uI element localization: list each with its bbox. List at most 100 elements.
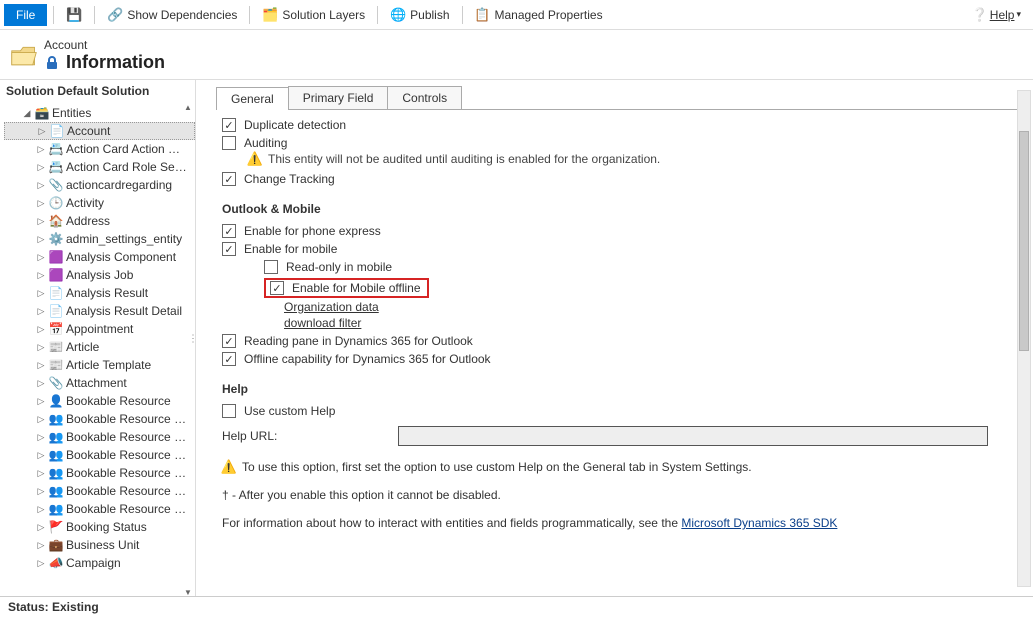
publish-button[interactable]: 🌐Publish [384,4,455,26]
tab-controls[interactable]: Controls [387,86,462,109]
expand-icon[interactable]: ▷ [37,126,47,137]
scroll-up-icon[interactable]: ▲ [183,102,193,112]
tab-general[interactable]: General [216,87,289,110]
entity-tree[interactable]: ◢ 🗃️ Entities ▷📄Account▷📇Action Card Act… [0,102,195,597]
duplicate-detection-checkbox[interactable] [222,118,236,132]
save-icon-button[interactable]: 💾 [60,4,88,26]
managed-properties-button[interactable]: 📋Managed Properties [469,4,609,26]
tree-root-entities[interactable]: ◢ 🗃️ Entities [4,104,195,122]
auditing-checkbox[interactable] [222,136,236,150]
tree-item[interactable]: ▷📄Analysis Result Detail [4,302,195,320]
expand-icon[interactable]: ▷ [36,450,46,461]
change-tracking-checkbox[interactable] [222,172,236,186]
expand-icon[interactable]: ▷ [36,216,46,227]
tree-item-label: admin_settings_entity [66,232,193,246]
tree-item-label: Activity [66,196,193,210]
entity-icon: 🟪 [48,249,64,265]
expand-icon[interactable]: ▷ [36,360,46,371]
expand-icon[interactable]: ▷ [36,306,46,317]
expand-icon[interactable]: ▷ [36,180,46,191]
expand-icon[interactable]: ▷ [36,468,46,479]
expand-icon[interactable]: ▷ [36,486,46,497]
tree-item[interactable]: ▷👥Bookable Resource … [4,482,195,500]
tab-primary-field[interactable]: Primary Field [288,86,389,109]
tree-item-label: Booking Status [66,520,193,534]
expand-icon[interactable]: ▷ [36,522,46,533]
entity-icon: 🟪 [48,267,64,283]
file-menu[interactable]: File [4,4,47,26]
enable-phone-express-checkbox[interactable] [222,224,236,238]
collapse-icon[interactable]: ◢ [22,108,32,119]
entities-icon: 🗃️ [34,105,50,121]
expand-icon[interactable]: ▷ [36,252,46,263]
enable-mobile-offline-checkbox[interactable] [270,281,284,295]
expand-icon[interactable]: ▷ [36,396,46,407]
tree-item[interactable]: ▷🟪Analysis Component [4,248,195,266]
show-dependencies-button[interactable]: 🔗Show Dependencies [101,4,243,26]
expand-icon[interactable]: ▷ [36,144,46,155]
main-scrollbar[interactable] [1017,90,1031,587]
tree-item[interactable]: ▷📎actioncardregarding [4,176,195,194]
expand-icon[interactable]: ▷ [36,378,46,389]
publish-icon: 🌐 [390,7,406,23]
page-title: Account [44,38,165,52]
expand-icon[interactable]: ▷ [36,270,46,281]
tree-item[interactable]: ▷👥Bookable Resource … [4,464,195,482]
tree-root-label: Entities [52,106,193,120]
tree-item[interactable]: ▷📇Action Card Role Se… [4,158,195,176]
offline-capability-checkbox[interactable] [222,352,236,366]
use-custom-help-checkbox[interactable] [222,404,236,418]
expand-icon[interactable]: ▷ [36,234,46,245]
tree-item[interactable]: ▷👥Bookable Resource … [4,410,195,428]
tree-item[interactable]: ▷📄Account [4,122,195,140]
tree-item-label: Article Template [66,358,193,372]
tree-item[interactable]: ▷📣Campaign [4,554,195,572]
expand-icon[interactable]: ▷ [36,324,46,335]
tree-item[interactable]: ▷📰Article [4,338,195,356]
tree-item[interactable]: ▷📰Article Template [4,356,195,374]
sidebar-scrollbar[interactable]: ▲ ▼ [182,102,194,597]
tree-item[interactable]: ▷⚙️admin_settings_entity [4,230,195,248]
expand-icon[interactable]: ▷ [36,342,46,353]
tree-item[interactable]: ▷📎Attachment [4,374,195,392]
expand-icon[interactable]: ▷ [36,414,46,425]
offline-capability-label: Offline capability for Dynamics 365 for … [244,352,491,366]
tree-item-label: Bookable Resource … [66,430,193,444]
dagger-note: † - After you enable this option it cann… [222,488,1017,502]
tree-item-label: Appointment [66,322,193,336]
tree-item[interactable]: ▷📇Action Card Action … [4,140,195,158]
expand-icon[interactable]: ▷ [36,558,46,569]
read-only-mobile-checkbox[interactable] [264,260,278,274]
entity-icon: 📰 [48,339,64,355]
expand-icon[interactable]: ▷ [36,504,46,515]
tree-item[interactable]: ▷👥Bookable Resource … [4,446,195,464]
help-link[interactable]: ❔ Help ▾ [972,7,1029,23]
solution-layers-button[interactable]: 🗂️Solution Layers [256,4,371,26]
tree-item[interactable]: ▷👥Bookable Resource … [4,428,195,446]
tree-item[interactable]: ▷👤Bookable Resource [4,392,195,410]
expand-icon[interactable]: ▷ [36,432,46,443]
sdk-link[interactable]: Microsoft Dynamics 365 SDK [681,516,837,530]
tree-item[interactable]: ▷📅Appointment [4,320,195,338]
tree-item[interactable]: ▷📄Analysis Result [4,284,195,302]
expand-icon[interactable]: ▷ [36,540,46,551]
entity-icon: 📇 [48,141,64,157]
expand-icon[interactable]: ▷ [36,288,46,299]
tree-item[interactable]: ▷🕒Activity [4,194,195,212]
reading-pane-checkbox[interactable] [222,334,236,348]
org-data-filter-link[interactable]: Organization data [284,300,379,314]
enable-mobile-checkbox[interactable] [222,242,236,256]
splitter-handle[interactable]: ⋮ [188,333,196,344]
tree-item[interactable]: ▷👥Bookable Resource … [4,500,195,518]
tree-item[interactable]: ▷💼Business Unit [4,536,195,554]
tree-item[interactable]: ▷🚩Booking Status [4,518,195,536]
tree-item[interactable]: ▷🟪Analysis Job [4,266,195,284]
entity-icon: 📄 [48,303,64,319]
expand-icon[interactable]: ▷ [36,198,46,209]
tree-item[interactable]: ▷🏠Address [4,212,195,230]
read-only-mobile-label: Read-only in mobile [286,260,392,274]
help-url-input[interactable] [398,426,988,446]
org-data-filter-link-2[interactable]: download filter [284,316,361,330]
expand-icon[interactable]: ▷ [36,162,46,173]
scrollbar-thumb[interactable] [1019,131,1029,351]
